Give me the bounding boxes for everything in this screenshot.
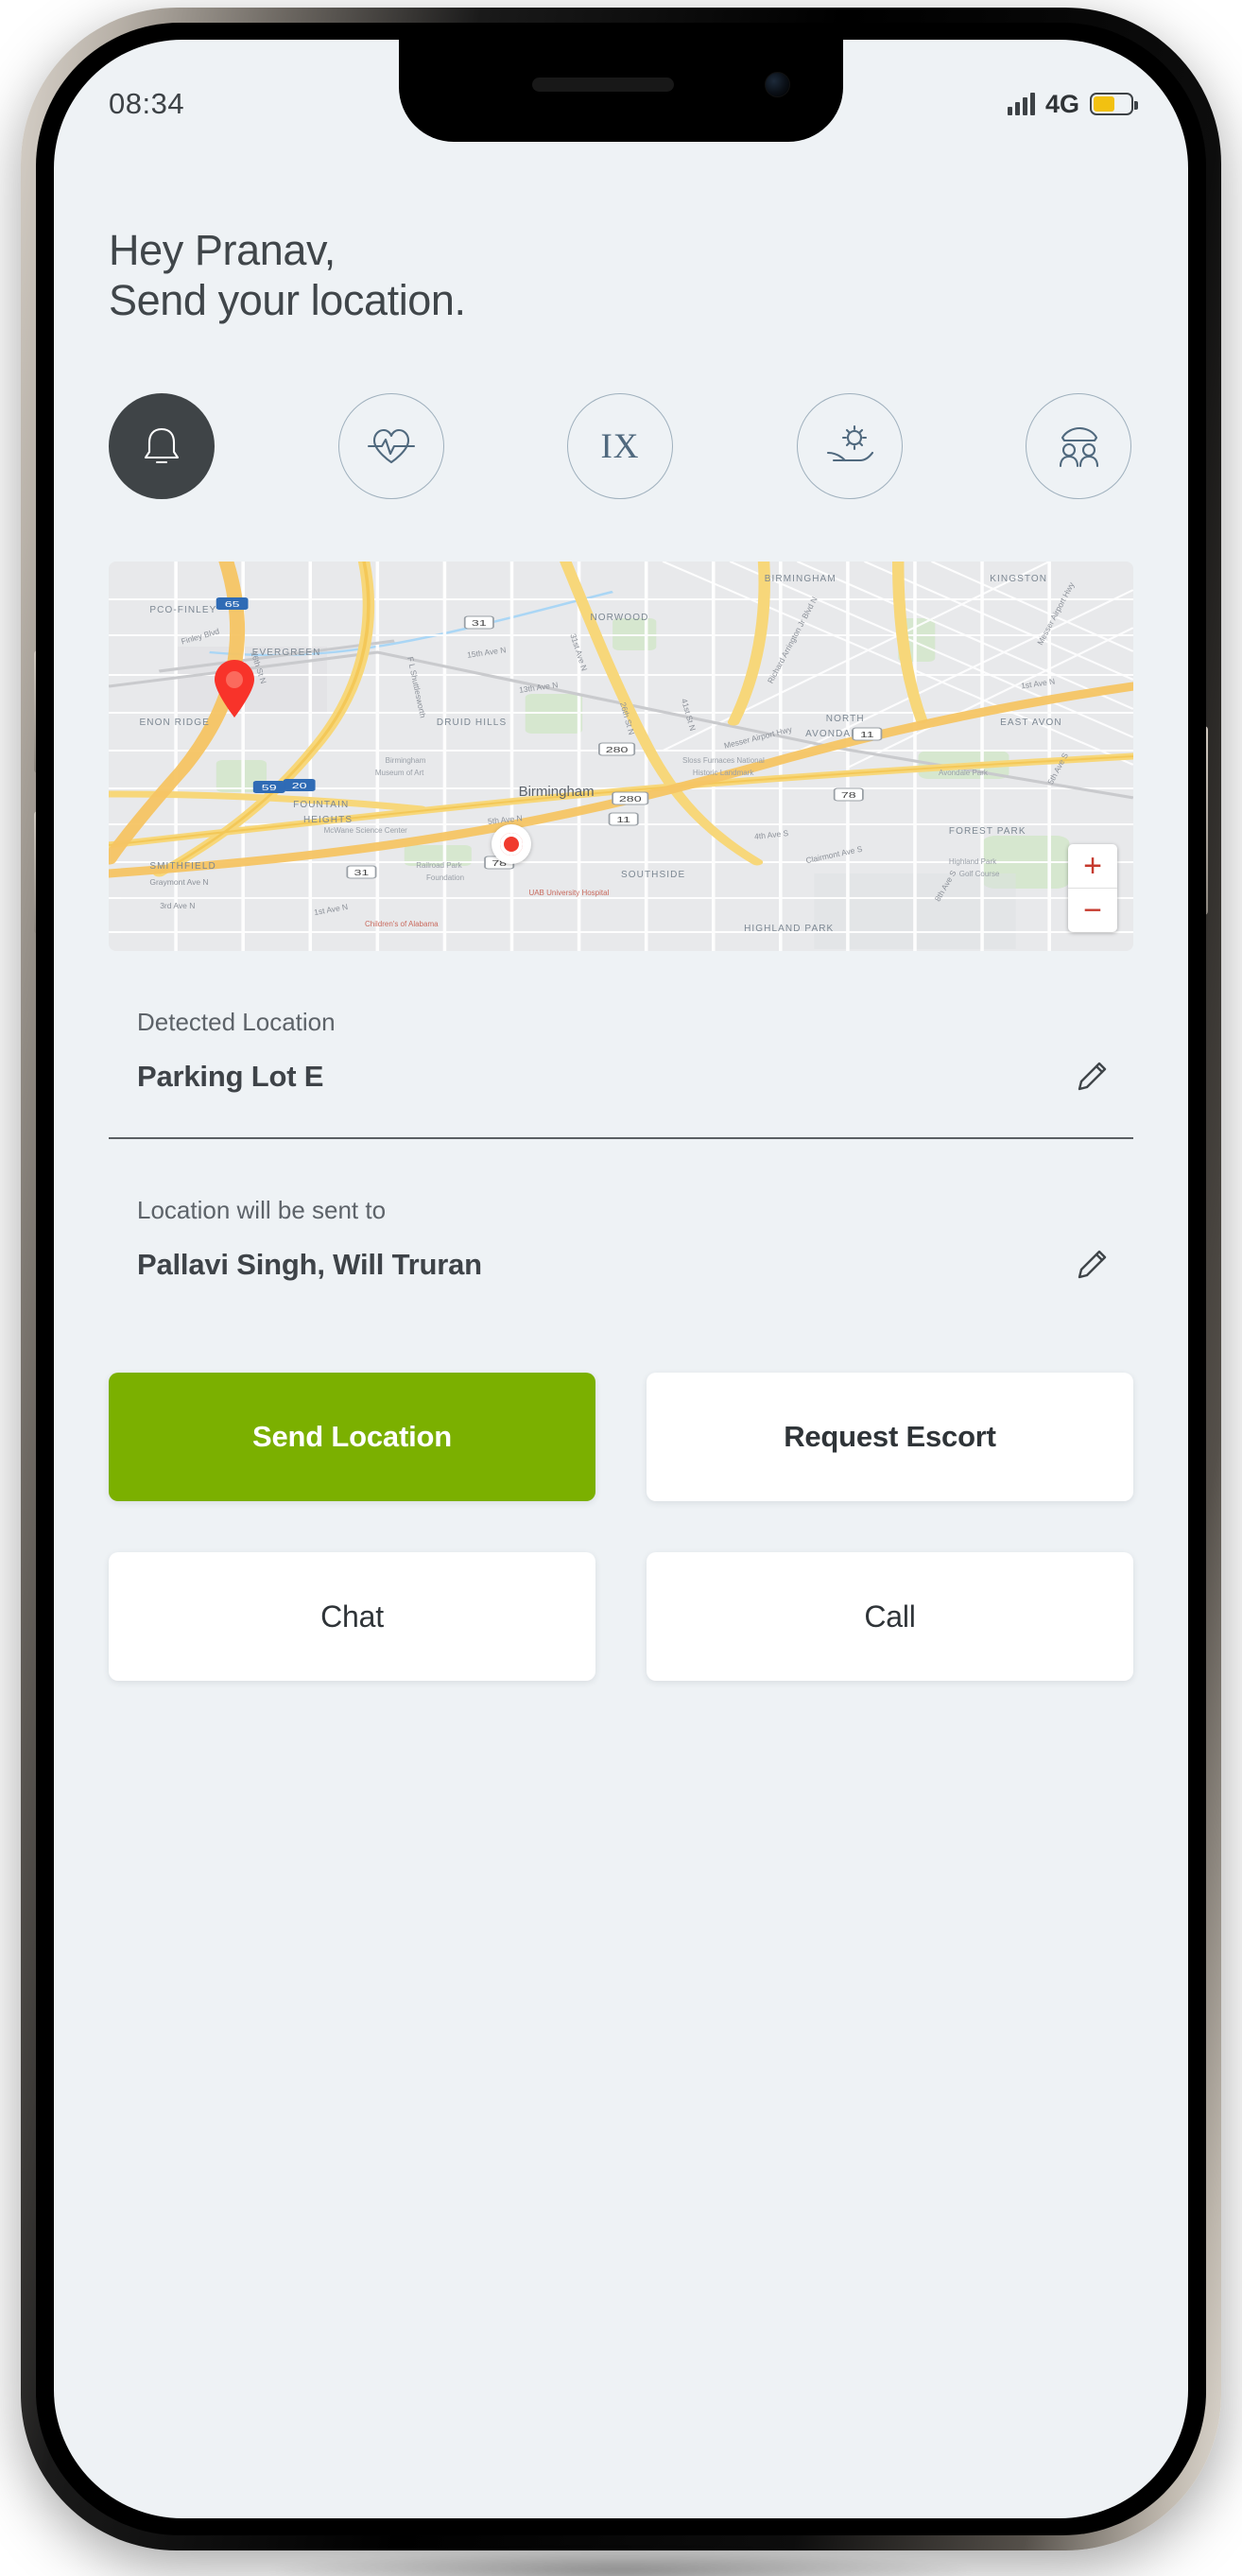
detected-location-row: Parking Lot E bbox=[109, 1058, 1133, 1096]
screen-content: Hey Pranav, Send your location. IX PCO-F… bbox=[54, 40, 1188, 2518]
pencil-icon[interactable] bbox=[1073, 1246, 1111, 1284]
quick-action-escort[interactable] bbox=[1026, 393, 1131, 500]
recipients-label: Location will be sent to bbox=[137, 1196, 387, 1225]
battery-icon bbox=[1090, 93, 1138, 115]
roman-numeral-icon: IX bbox=[600, 426, 640, 466]
quick-action-alert-bell[interactable] bbox=[109, 393, 215, 500]
quick-action-weather-care[interactable] bbox=[796, 393, 903, 500]
front-camera-icon bbox=[765, 72, 790, 97]
current-location-dot-icon bbox=[492, 824, 531, 865]
notch bbox=[399, 40, 843, 142]
map-zoom-out-button[interactable]: − bbox=[1068, 889, 1117, 932]
detected-location-value: Parking Lot E bbox=[137, 1060, 324, 1094]
phone-screen: 08:34 4G Hey Pranav, Send your location. bbox=[54, 40, 1188, 2518]
request-escort-button[interactable]: Request Escort bbox=[647, 1373, 1133, 1502]
bell-icon bbox=[144, 428, 180, 464]
status-clock: 08:34 bbox=[109, 87, 185, 120]
recipients-block: Location will be sent to Pallavi Singh, … bbox=[109, 1196, 1133, 1284]
map-pin-icon bbox=[215, 660, 254, 718]
quick-action-roman-nine[interactable]: IX bbox=[567, 393, 673, 500]
section-divider bbox=[109, 1137, 1133, 1140]
quick-action-row: IX bbox=[109, 393, 1133, 500]
pencil-icon[interactable] bbox=[1073, 1058, 1111, 1096]
earpiece-speaker bbox=[532, 78, 675, 92]
status-indicators: 4G bbox=[1007, 89, 1138, 119]
page-title: Hey Pranav, Send your location. bbox=[109, 225, 1133, 325]
detected-location-block: Detected Location Parking Lot E bbox=[109, 1008, 1133, 1140]
recipients-row: Pallavi Singh, Will Truran bbox=[109, 1246, 1133, 1284]
location-map[interactable]: PCO-FINLEY BIRMINGHAM KINGSTON NORWOOD E… bbox=[109, 562, 1133, 952]
action-buttons: Send Location Request Escort Chat Call bbox=[109, 1373, 1133, 1682]
map-zoom-in-button[interactable]: + bbox=[1068, 844, 1117, 888]
greeting-line-1: Hey Pranav, bbox=[109, 226, 336, 274]
quick-action-health[interactable] bbox=[337, 393, 444, 500]
greeting-line-2: Send your location. bbox=[109, 276, 466, 325]
signal-bars-icon bbox=[1007, 93, 1035, 115]
phone-shadow bbox=[262, 2550, 980, 2576]
heartbeat-icon bbox=[367, 429, 415, 464]
call-button[interactable]: Call bbox=[647, 1552, 1133, 1682]
recipients-value: Pallavi Singh, Will Truran bbox=[137, 1248, 482, 1282]
sun-in-hand-icon bbox=[826, 425, 873, 462]
network-type-label: 4G bbox=[1044, 89, 1079, 118]
send-location-button[interactable]: Send Location bbox=[109, 1373, 595, 1502]
screenshot-stage: 08:34 4G Hey Pranav, Send your location. bbox=[0, 0, 1242, 2576]
chat-button[interactable]: Chat bbox=[109, 1552, 595, 1682]
map-zoom-controls[interactable]: + − bbox=[1068, 844, 1117, 933]
detected-location-label: Detected Location bbox=[137, 1008, 336, 1037]
people-shield-icon bbox=[1059, 427, 1099, 468]
